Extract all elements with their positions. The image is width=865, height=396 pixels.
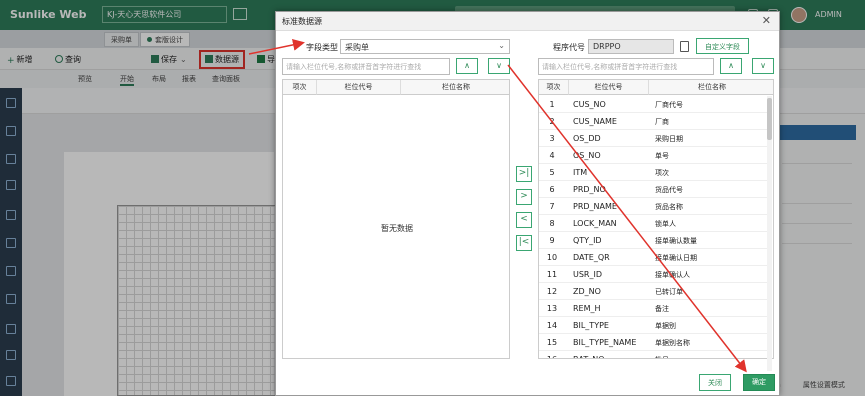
row-no: 15 — [546, 338, 558, 347]
row-field-name: 接单确认数量 — [655, 237, 697, 245]
row-no: 13 — [546, 304, 558, 313]
row-no: 5 — [549, 168, 555, 177]
selected-fields-table: 项次 栏位代号 栏位名称 1 CUS_NO 厂商代号 2 CUS_NAME 厂商 3 OS_D… — [538, 79, 774, 359]
row-no: 11 — [546, 270, 558, 279]
program-code-field: DRPPO — [588, 39, 674, 54]
available-fields-table: 项次 栏位代号 栏位名称 暂无数据 — [282, 79, 510, 359]
row-field-code: LOCK_MAN — [573, 219, 617, 228]
move-all-right-button[interactable]: >| — [516, 166, 532, 182]
row-no: 14 — [546, 321, 558, 330]
col-header-code: 栏位代号 — [317, 80, 401, 95]
row-field-name: 单号 — [655, 152, 669, 160]
table-row[interactable]: 6 PRD_NO 货品代号 — [539, 181, 771, 198]
row-field-code: CUS_NO — [573, 100, 606, 109]
row-field-code: ZD_NO — [573, 287, 601, 296]
row-field-code: USR_ID — [573, 270, 603, 279]
field-type-value: 采购单 — [345, 43, 369, 52]
table-row[interactable]: 4 OS_NO 单号 — [539, 147, 771, 164]
row-field-code: ITM — [573, 168, 588, 177]
table-row[interactable]: 10 DATE_QR 接单确认日期 — [539, 249, 771, 266]
row-field-name: 厂商 — [655, 118, 669, 126]
field-type-label: 字段类型 — [306, 43, 338, 52]
move-all-left-button[interactable]: |< — [516, 235, 532, 251]
table-row[interactable]: 16 BAT_NO 批号 — [539, 351, 771, 358]
row-field-code: BIL_TYPE_NAME — [573, 338, 637, 347]
row-field-name: 单据别 — [655, 322, 676, 330]
row-field-code: OS_DD — [573, 134, 601, 143]
table-row[interactable]: 2 CUS_NAME 厂商 — [539, 113, 771, 130]
table-row[interactable]: 11 USR_ID 接单确认人 — [539, 266, 771, 283]
row-field-code: QTY_ID — [573, 236, 602, 245]
row-field-name: 接单确认日期 — [655, 254, 697, 262]
close-icon[interactable]: ✕ — [762, 14, 771, 27]
row-field-name: 货品代号 — [655, 186, 683, 194]
row-no: 1 — [549, 100, 555, 109]
row-field-code: DATE_QR — [573, 253, 610, 262]
standard-datasource-dialog: 标准数据源 ✕ 字段类型 采购单 ⌄ 程序代号 DRPPO 自定义字段 请输入栏… — [275, 11, 780, 396]
row-field-name: 采购日期 — [655, 135, 683, 143]
col-header-no: 项次 — [283, 80, 317, 95]
table-row[interactable]: 1 CUS_NO 厂商代号 — [539, 96, 771, 113]
row-field-name: 批号 — [655, 355, 669, 358]
row-no: 12 — [546, 287, 558, 296]
custom-field-button[interactable]: 自定义字段 — [696, 38, 749, 54]
row-no: 3 — [549, 134, 555, 143]
confirm-button[interactable]: 确定 — [743, 374, 775, 391]
row-field-name: 厂商代号 — [655, 101, 683, 109]
dialog-title: 标准数据源 — [282, 17, 322, 26]
row-field-name: 已转订单 — [655, 288, 683, 296]
table-row[interactable]: 8 LOCK_MAN 锁单人 — [539, 215, 771, 232]
table-row[interactable]: 12 ZD_NO 已转订单 — [539, 283, 771, 300]
row-no: 10 — [546, 253, 558, 262]
close-button[interactable]: 关闭 — [699, 374, 731, 391]
dialog-titlebar: 标准数据源 ✕ — [276, 12, 779, 31]
left-search-input[interactable]: 请输入栏位代号,名称或拼音首字符进行查找 — [282, 58, 450, 75]
row-field-code: BAT_NO — [573, 355, 605, 358]
row-field-code: PRD_NO — [573, 185, 606, 194]
left-move-up-button[interactable]: ∧ — [456, 58, 478, 74]
row-no: 8 — [549, 219, 555, 228]
right-move-down-button[interactable]: ∨ — [752, 58, 774, 74]
row-field-name: 单据别名称 — [655, 339, 690, 347]
table-row[interactable]: 14 BIL_TYPE 单据别 — [539, 317, 771, 334]
chevron-down-icon: ⌄ — [498, 41, 505, 50]
scrollbar-thumb[interactable] — [767, 98, 772, 140]
table-row[interactable]: 3 OS_DD 采购日期 — [539, 130, 771, 147]
row-field-code: REM_H — [573, 304, 601, 313]
row-field-code: OS_NO — [573, 151, 601, 160]
left-move-down-button[interactable]: ∨ — [488, 58, 510, 74]
table-row[interactable]: 5 ITM 项次 — [539, 164, 771, 181]
col-header-no: 项次 — [539, 80, 569, 95]
row-field-code: BIL_TYPE — [573, 321, 609, 330]
field-type-select[interactable]: 采购单 ⌄ — [340, 39, 510, 54]
row-no: 4 — [549, 151, 555, 160]
program-code-label: 程序代号 — [553, 43, 585, 52]
table-row[interactable]: 7 PRD_NAME 货品名称 — [539, 198, 771, 215]
row-no: 16 — [539, 355, 565, 358]
row-field-name: 锁单人 — [655, 220, 676, 228]
document-icon[interactable] — [680, 41, 689, 52]
col-header-code: 栏位代号 — [569, 80, 649, 95]
row-field-name: 备注 — [655, 305, 669, 313]
right-move-up-button[interactable]: ∧ — [720, 58, 742, 74]
row-no: 9 — [549, 236, 555, 245]
table-row[interactable]: 13 REM_H 备注 — [539, 300, 771, 317]
row-field-name: 货品名称 — [655, 203, 683, 211]
row-field-name: 项次 — [655, 169, 669, 177]
right-search-input[interactable]: 请输入栏位代号,名称或拼音首字符进行查找 — [538, 58, 714, 75]
move-right-button[interactable]: > — [516, 189, 532, 205]
row-field-name: 接单确认人 — [655, 271, 690, 279]
row-no: 7 — [549, 202, 555, 211]
col-header-name: 栏位名称 — [401, 80, 509, 95]
table-row[interactable]: 15 BIL_TYPE_NAME 单据别名称 — [539, 334, 771, 351]
row-no: 6 — [549, 185, 555, 194]
row-field-code: PRD_NAME — [573, 202, 617, 211]
empty-state-text: 暂无数据 — [381, 224, 413, 233]
move-left-button[interactable]: < — [516, 212, 532, 228]
row-field-code: CUS_NAME — [573, 117, 617, 126]
table-row[interactable]: 9 QTY_ID 接单确认数量 — [539, 232, 771, 249]
col-header-name: 栏位名称 — [649, 80, 773, 95]
row-no: 2 — [549, 117, 555, 126]
